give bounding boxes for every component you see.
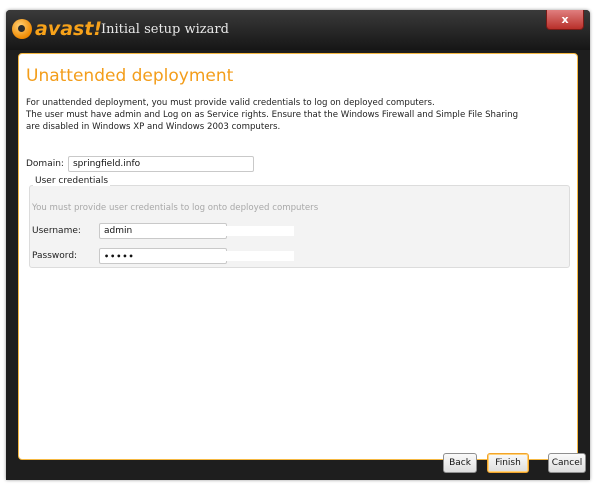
finish-button[interactable]: Finish — [487, 453, 529, 473]
credentials-hint: You must provide user credentials to log… — [32, 203, 319, 213]
domain-value: springfield.info — [72, 159, 141, 169]
avast-logo: avast! — [12, 16, 102, 42]
avast-orb-icon — [12, 19, 32, 39]
setup-wizard-window: avast! Initial setup wizard x Unattended… — [6, 10, 590, 480]
back-button[interactable]: Back — [443, 453, 477, 473]
page-title: Unattended deployment — [26, 66, 234, 86]
window-title: Initial setup wizard — [101, 22, 229, 37]
username-label: Username: — [32, 226, 81, 236]
description-line: The user must have admin and Log on as S… — [26, 110, 519, 120]
page-description: For unattended deployment, you must prov… — [26, 97, 571, 133]
wizard-content-panel: Unattended deployment For unattended dep… — [18, 53, 578, 460]
domain-input[interactable]: springfield.info — [67, 156, 254, 172]
cancel-button[interactable]: Cancel — [548, 453, 586, 473]
password-row: Password: ••••• — [32, 247, 294, 265]
description-line: For unattended deployment, you must prov… — [26, 98, 435, 108]
username-input[interactable]: admin — [99, 223, 294, 239]
password-value: ••••• — [104, 251, 135, 261]
username-value: admin — [104, 226, 133, 236]
close-icon: x — [561, 13, 569, 26]
user-credentials-legend: User credentials — [33, 176, 111, 186]
domain-label: Domain: — [26, 159, 64, 169]
domain-row: Domain: springfield.info — [26, 155, 254, 173]
title-bar: avast! Initial setup wizard x — [6, 10, 590, 50]
username-row: Username: admin — [32, 222, 294, 240]
close-button[interactable]: x — [546, 10, 584, 30]
brand-name: avast! — [35, 18, 103, 40]
password-input[interactable]: ••••• — [99, 248, 294, 264]
description-line: are disabled in Windows XP and Windows 2… — [26, 122, 281, 132]
password-label: Password: — [32, 251, 78, 261]
